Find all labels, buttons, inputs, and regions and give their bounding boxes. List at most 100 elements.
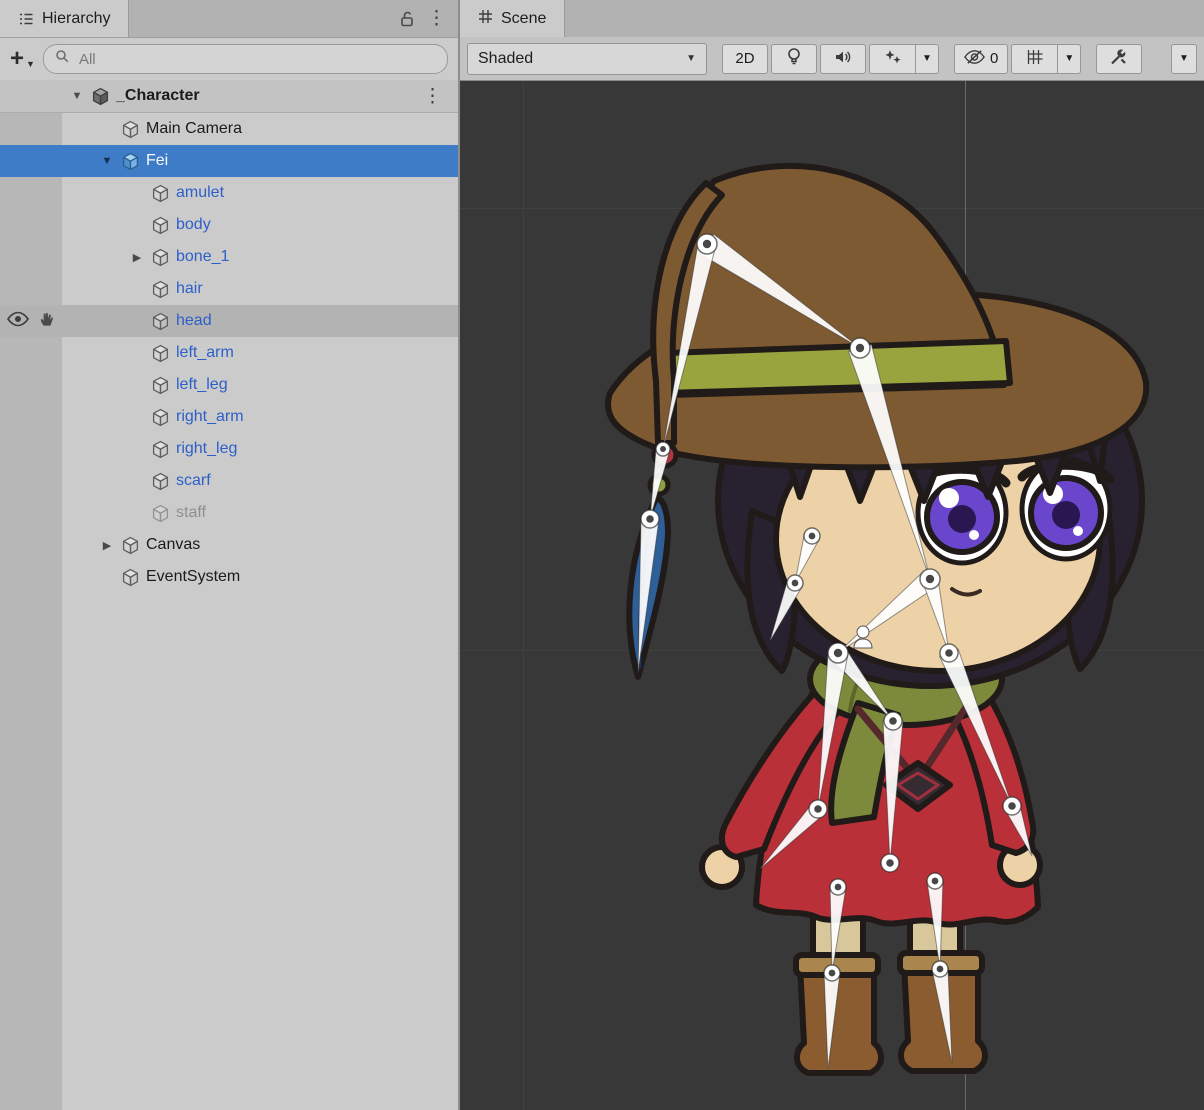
search-field[interactable]	[77, 50, 436, 69]
hierarchy-item--character[interactable]: ▼ _Character ⋮	[0, 80, 458, 113]
hierarchy-item-left-leg[interactable]: left_leg	[0, 369, 458, 401]
bone-joint-center	[945, 649, 953, 657]
tab-scene-label: Scene	[501, 10, 546, 28]
foldout-arrow-icon[interactable]: ▶	[96, 539, 118, 552]
gameobject-cube-icon	[148, 504, 173, 523]
scene-audio-button[interactable]	[820, 44, 866, 74]
search-input[interactable]	[43, 44, 448, 74]
hierarchy-item-left-arm[interactable]: left_arm	[0, 337, 458, 369]
hierarchy-toolbar: + ▼	[0, 38, 458, 80]
unity-editor: Hierarchy ⋮ + ▼ ▼ _Character	[0, 0, 1204, 1110]
bone[interactable]	[638, 518, 659, 673]
item-label: _Character	[116, 87, 200, 105]
hierarchy-panel: Hierarchy ⋮ + ▼ ▼ _Character	[0, 0, 460, 1110]
hierarchy-item-staff[interactable]: staff	[0, 497, 458, 529]
hierarchy-list-icon	[18, 11, 34, 27]
bone[interactable]	[849, 345, 930, 579]
bone-joint-center	[926, 575, 934, 583]
item-label: Main Camera	[146, 120, 242, 138]
eye-off-icon	[964, 49, 985, 69]
lock-icon[interactable]	[399, 10, 415, 28]
scene-options-kebab-icon[interactable]: ⋮	[423, 87, 458, 106]
tab-hierarchy-label: Hierarchy	[42, 10, 110, 28]
hierarchy-kebab-menu-icon[interactable]: ⋮	[427, 9, 446, 28]
bone[interactable]	[830, 886, 846, 973]
item-label: staff	[176, 504, 206, 522]
tab-hierarchy[interactable]: Hierarchy	[0, 0, 129, 37]
item-label: head	[176, 312, 212, 330]
gameobject-cube-icon	[148, 344, 173, 363]
gameobject-cube-icon	[148, 248, 173, 267]
scene-effects-button[interactable]	[869, 44, 915, 74]
hierarchy-item-right-leg[interactable]: right_leg	[0, 433, 458, 465]
hierarchy-item-head[interactable]: head	[0, 305, 458, 337]
hierarchy-item-scarf[interactable]: scarf	[0, 465, 458, 497]
plus-icon: +	[10, 49, 24, 69]
gameobject-cube-icon	[148, 376, 173, 395]
bone-gizmos[interactable]	[460, 81, 1204, 1110]
bone[interactable]	[932, 968, 952, 1063]
bone-joint-center	[809, 533, 816, 540]
chevron-down-icon: ▼	[686, 53, 696, 64]
scene-toolbar: Shaded ▼ 2D	[460, 37, 1204, 81]
bone-joint-center	[886, 859, 894, 867]
grid-dropdown[interactable]: ▼	[1057, 44, 1081, 74]
hierarchy-item-canvas[interactable]: ▶ Canvas	[0, 529, 458, 561]
grid-visibility-button[interactable]	[1011, 44, 1057, 74]
scene-effects-dropdown[interactable]: ▼	[915, 44, 939, 74]
hidden-objects-button[interactable]: 0	[954, 44, 1008, 74]
foldout-arrow-icon[interactable]: ▼	[96, 155, 118, 167]
2d-toggle-button[interactable]: 2D	[722, 44, 768, 74]
item-label: right_leg	[176, 440, 237, 458]
hierarchy-item-eventsystem[interactable]: EventSystem	[0, 561, 458, 593]
hierarchy-item-right-arm[interactable]: right_arm	[0, 401, 458, 433]
item-label: scarf	[176, 472, 211, 490]
gameobject-cube-icon	[118, 536, 143, 555]
search-icon	[55, 49, 70, 69]
hierarchy-item-amulet[interactable]: amulet	[0, 177, 458, 209]
bone[interactable]	[824, 973, 840, 1069]
gameobject-cube-icon	[118, 120, 143, 139]
bone-joint-center	[660, 446, 666, 452]
bone-joint-center	[856, 344, 864, 352]
hierarchy-item-fei[interactable]: ▼Fei	[0, 145, 458, 177]
bone[interactable]	[940, 649, 1012, 806]
foldout-arrow-icon[interactable]: ▼	[66, 90, 88, 102]
hierarchy-item-bone-1[interactable]: ▶bone_1	[0, 241, 458, 273]
bone[interactable]	[927, 881, 943, 969]
hierarchy-item-body[interactable]: body	[0, 209, 458, 241]
hierarchy-item-hair[interactable]: hair	[0, 273, 458, 305]
bone[interactable]	[663, 242, 716, 449]
picking-hand-icon[interactable]	[38, 310, 55, 333]
item-label: right_arm	[176, 408, 244, 426]
visibility-eye-icon[interactable]	[7, 311, 29, 332]
shading-mode-label: Shaded	[478, 50, 533, 68]
shading-mode-dropdown[interactable]: Shaded ▼	[467, 43, 707, 75]
scene-asset-icon	[88, 87, 113, 106]
create-object-button[interactable]: + ▼	[10, 49, 35, 69]
bone-joint-center	[814, 805, 822, 813]
foldout-arrow-icon[interactable]: ▶	[126, 251, 148, 264]
scene-panel: Scene Shaded ▼ 2D	[460, 0, 1204, 1110]
gameobject-cube-icon	[148, 408, 173, 427]
scene-grid-icon	[478, 9, 493, 29]
hierarchy-item-main-camera[interactable]: Main Camera	[0, 113, 458, 145]
bone[interactable]	[700, 234, 860, 348]
item-label: Canvas	[146, 536, 200, 554]
bone-joint-center	[932, 878, 939, 885]
scene-lighting-button[interactable]	[771, 44, 817, 74]
grid-snap-icon	[1026, 49, 1044, 69]
bone[interactable]	[650, 448, 670, 519]
gameobject-cube-icon	[118, 568, 143, 587]
item-label: EventSystem	[146, 568, 240, 586]
bone[interactable]	[818, 652, 848, 809]
scene-viewport[interactable]	[460, 81, 1204, 1110]
item-label: amulet	[176, 184, 224, 202]
tab-scene[interactable]: Scene	[460, 0, 565, 37]
bone[interactable]	[883, 721, 903, 863]
sparkle-icon	[884, 49, 902, 69]
gameobject-cube-icon	[148, 184, 173, 203]
tool-settings-button[interactable]	[1096, 44, 1142, 74]
overlays-dropdown[interactable]: ▼	[1171, 44, 1197, 74]
bone-joint-center	[703, 240, 711, 248]
